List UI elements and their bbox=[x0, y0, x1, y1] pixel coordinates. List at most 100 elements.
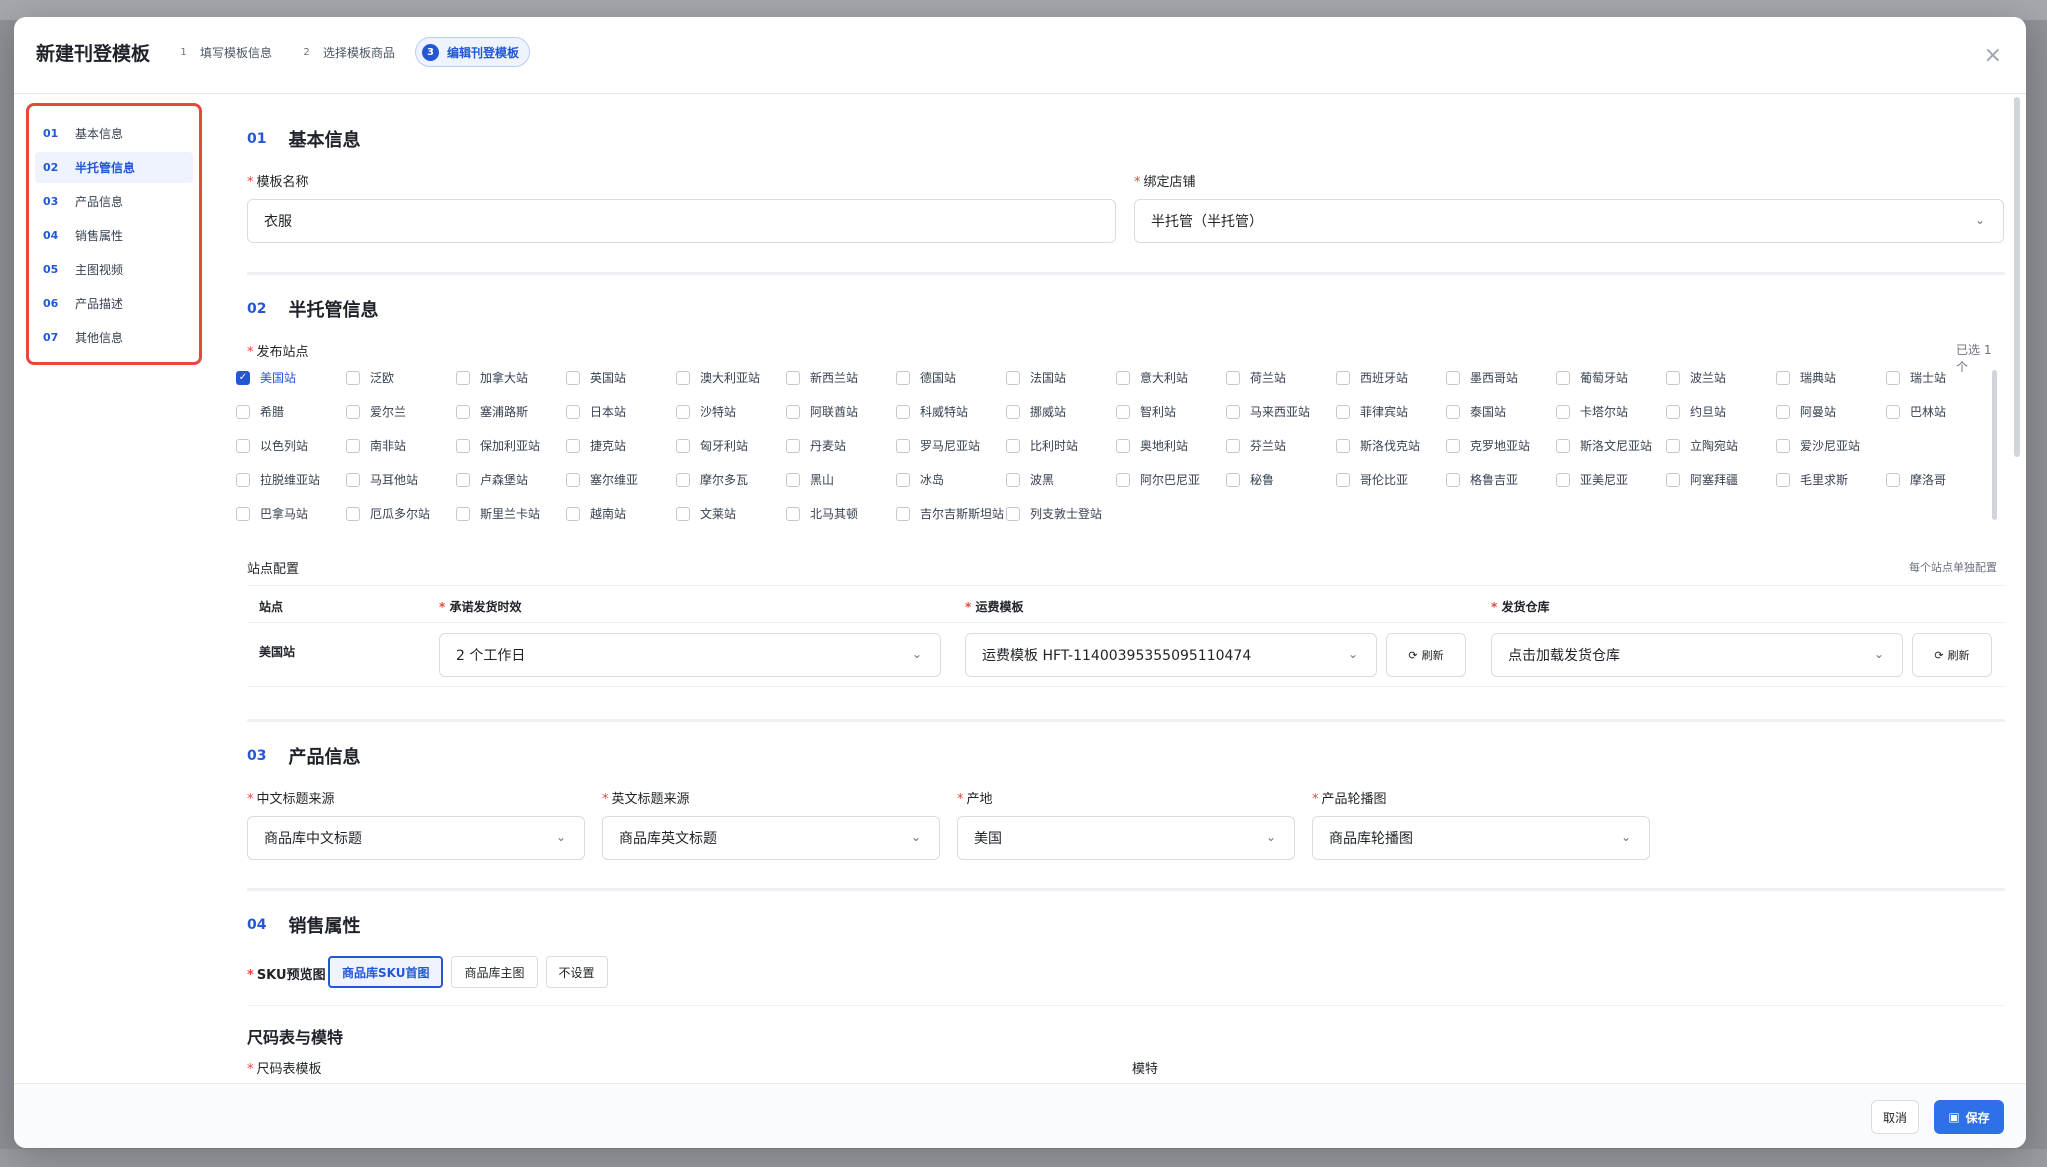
sites-scrollbar[interactable] bbox=[1992, 370, 1997, 520]
nav-item-desc[interactable]: 06 产品描述 bbox=[35, 288, 193, 319]
warehouse-select[interactable]: 点击加载发货仓库 ⌄ bbox=[1491, 633, 1903, 677]
site-checkbox[interactable]: 列支敦士登站 bbox=[1006, 505, 1102, 522]
site-checkbox[interactable]: 拉脱维亚站 bbox=[236, 471, 320, 488]
site-checkbox[interactable]: 波黑 bbox=[1006, 471, 1054, 488]
nav-item-sales[interactable]: 04 销售属性 bbox=[35, 220, 193, 251]
origin-select[interactable]: 美国 ⌄ bbox=[957, 816, 1295, 860]
site-checkbox[interactable]: 匈牙利站 bbox=[676, 437, 748, 454]
site-checkbox[interactable]: 阿塞拜疆 bbox=[1666, 471, 1738, 488]
site-checkbox[interactable]: 罗马尼亚站 bbox=[896, 437, 980, 454]
nav-item-semi[interactable]: 02 半托管信息 bbox=[35, 152, 193, 183]
cancel-button[interactable]: 取消 bbox=[1871, 1100, 1919, 1134]
site-checkbox[interactable]: 厄瓜多尔站 bbox=[346, 505, 430, 522]
site-checkbox[interactable]: 瑞士站 bbox=[1886, 369, 1946, 386]
ship-time-select[interactable]: 2 个工作日 ⌄ bbox=[439, 633, 941, 677]
carousel-select[interactable]: 商品库轮播图 ⌄ bbox=[1312, 816, 1650, 860]
step-2[interactable]: 2 选择模板商品 bbox=[292, 37, 401, 67]
site-checkbox[interactable]: 保加利亚站 bbox=[456, 437, 540, 454]
site-checkbox[interactable]: 西班牙站 bbox=[1336, 369, 1408, 386]
site-checkbox[interactable]: 卡塔尔站 bbox=[1556, 403, 1628, 420]
site-checkbox[interactable]: 约旦站 bbox=[1666, 403, 1726, 420]
site-checkbox[interactable]: 澳大利亚站 bbox=[676, 369, 760, 386]
nav-item-video[interactable]: 05 主图视频 bbox=[35, 254, 193, 285]
site-checkbox[interactable]: 吉尔吉斯斯坦站 bbox=[896, 505, 1004, 522]
store-select[interactable]: 半托管（半托管） ⌄ bbox=[1134, 199, 2004, 243]
site-checkbox[interactable]: 比利时站 bbox=[1006, 437, 1078, 454]
site-checkbox[interactable]: 丹麦站 bbox=[786, 437, 846, 454]
sku-option-main-image[interactable]: 商品库主图 bbox=[451, 956, 538, 988]
site-checkbox[interactable]: 塞尔维亚 bbox=[566, 471, 638, 488]
freight-refresh-button[interactable]: ⟳ 刷新 bbox=[1386, 633, 1466, 677]
site-checkbox[interactable]: 瑞典站 bbox=[1776, 369, 1836, 386]
site-checkbox[interactable]: 毛里求斯 bbox=[1776, 471, 1848, 488]
site-checkbox[interactable]: 卢森堡站 bbox=[456, 471, 528, 488]
warehouse-refresh-button[interactable]: ⟳ 刷新 bbox=[1912, 633, 1992, 677]
sku-option-none[interactable]: 不设置 bbox=[545, 956, 608, 988]
site-checkbox[interactable]: ✓ 美国站 bbox=[236, 369, 296, 386]
site-checkbox[interactable]: 英国站 bbox=[566, 369, 626, 386]
site-checkbox[interactable]: 黑山 bbox=[786, 471, 834, 488]
site-checkbox[interactable]: 冰岛 bbox=[896, 471, 944, 488]
site-checkbox[interactable]: 南非站 bbox=[346, 437, 406, 454]
site-checkbox[interactable]: 葡萄牙站 bbox=[1556, 369, 1628, 386]
nav-item-product[interactable]: 03 产品信息 bbox=[35, 186, 193, 217]
close-icon[interactable]: × bbox=[1984, 43, 2002, 68]
site-checkbox[interactable]: 日本站 bbox=[566, 403, 626, 420]
site-checkbox[interactable]: 法国站 bbox=[1006, 369, 1066, 386]
step-3[interactable]: 3 编辑刊登模板 bbox=[415, 37, 531, 67]
site-checkbox[interactable]: 立陶宛站 bbox=[1666, 437, 1738, 454]
site-checkbox[interactable]: 哥伦比亚 bbox=[1336, 471, 1408, 488]
step-1[interactable]: 1 填写模板信息 bbox=[169, 37, 278, 67]
site-checkbox[interactable]: 智利站 bbox=[1116, 403, 1176, 420]
site-checkbox[interactable]: 阿联酋站 bbox=[786, 403, 858, 420]
template-name-input[interactable]: 衣服 bbox=[247, 199, 1116, 243]
site-checkbox[interactable]: 希腊 bbox=[236, 403, 284, 420]
site-checkbox[interactable]: 亚美尼亚 bbox=[1556, 471, 1628, 488]
site-checkbox[interactable]: 意大利站 bbox=[1116, 369, 1188, 386]
site-checkbox[interactable]: 泛欧 bbox=[346, 369, 394, 386]
site-checkbox[interactable]: 德国站 bbox=[896, 369, 956, 386]
site-checkbox[interactable]: 克罗地亚站 bbox=[1446, 437, 1530, 454]
site-checkbox[interactable]: 芬兰站 bbox=[1226, 437, 1286, 454]
cn-title-select[interactable]: 商品库中文标题 ⌄ bbox=[247, 816, 585, 860]
site-checkbox[interactable]: 斯里兰卡站 bbox=[456, 505, 540, 522]
site-checkbox[interactable]: 摩洛哥 bbox=[1886, 471, 1946, 488]
freight-select[interactable]: 运费模板 HFT-11400395355095110474 ⌄ bbox=[965, 633, 1377, 677]
site-checkbox[interactable]: 爱沙尼亚站 bbox=[1776, 437, 1860, 454]
site-checkbox[interactable]: 捷克站 bbox=[566, 437, 626, 454]
site-checkbox[interactable]: 摩尔多瓦 bbox=[676, 471, 748, 488]
site-checkbox[interactable]: 新西兰站 bbox=[786, 369, 858, 386]
site-checkbox[interactable]: 格鲁吉亚 bbox=[1446, 471, 1518, 488]
site-checkbox[interactable]: 奥地利站 bbox=[1116, 437, 1188, 454]
site-checkbox[interactable]: 斯洛伐克站 bbox=[1336, 437, 1420, 454]
site-checkbox[interactable]: 加拿大站 bbox=[456, 369, 528, 386]
site-checkbox[interactable]: 越南站 bbox=[566, 505, 626, 522]
site-checkbox[interactable]: 阿尔巴尼亚 bbox=[1116, 471, 1200, 488]
site-checkbox[interactable]: 沙特站 bbox=[676, 403, 736, 420]
site-checkbox[interactable]: 北马其顿 bbox=[786, 505, 858, 522]
site-checkbox[interactable]: 菲律宾站 bbox=[1336, 403, 1408, 420]
site-checkbox[interactable]: 塞浦路斯 bbox=[456, 403, 528, 420]
site-checkbox[interactable]: 挪威站 bbox=[1006, 403, 1066, 420]
site-checkbox[interactable]: 阿曼站 bbox=[1776, 403, 1836, 420]
site-checkbox[interactable]: 巴拿马站 bbox=[236, 505, 308, 522]
site-checkbox[interactable]: 爱尔兰 bbox=[346, 403, 406, 420]
save-button[interactable]: ▣ 保存 bbox=[1934, 1100, 2004, 1134]
site-checkbox[interactable]: 秘鲁 bbox=[1226, 471, 1274, 488]
site-checkbox[interactable]: 泰国站 bbox=[1446, 403, 1506, 420]
site-checkbox[interactable]: 科威特站 bbox=[896, 403, 968, 420]
modal-scrollbar[interactable] bbox=[2014, 97, 2020, 457]
site-checkbox[interactable]: 斯洛文尼亚站 bbox=[1556, 437, 1652, 454]
en-title-select[interactable]: 商品库英文标题 ⌄ bbox=[602, 816, 940, 860]
nav-item-basic[interactable]: 01 基本信息 bbox=[35, 118, 193, 149]
site-checkbox[interactable]: 马来西亚站 bbox=[1226, 403, 1310, 420]
sku-option-first-image[interactable]: 商品库SKU首图 bbox=[328, 956, 444, 988]
site-checkbox[interactable]: 墨西哥站 bbox=[1446, 369, 1518, 386]
site-checkbox[interactable]: 以色列站 bbox=[236, 437, 308, 454]
site-checkbox[interactable]: 巴林站 bbox=[1886, 403, 1946, 420]
site-checkbox[interactable]: 荷兰站 bbox=[1226, 369, 1286, 386]
site-checkbox[interactable]: 马耳他站 bbox=[346, 471, 418, 488]
nav-item-other[interactable]: 07 其他信息 bbox=[35, 322, 193, 353]
site-checkbox[interactable]: 文莱站 bbox=[676, 505, 736, 522]
site-checkbox[interactable]: 波兰站 bbox=[1666, 369, 1726, 386]
